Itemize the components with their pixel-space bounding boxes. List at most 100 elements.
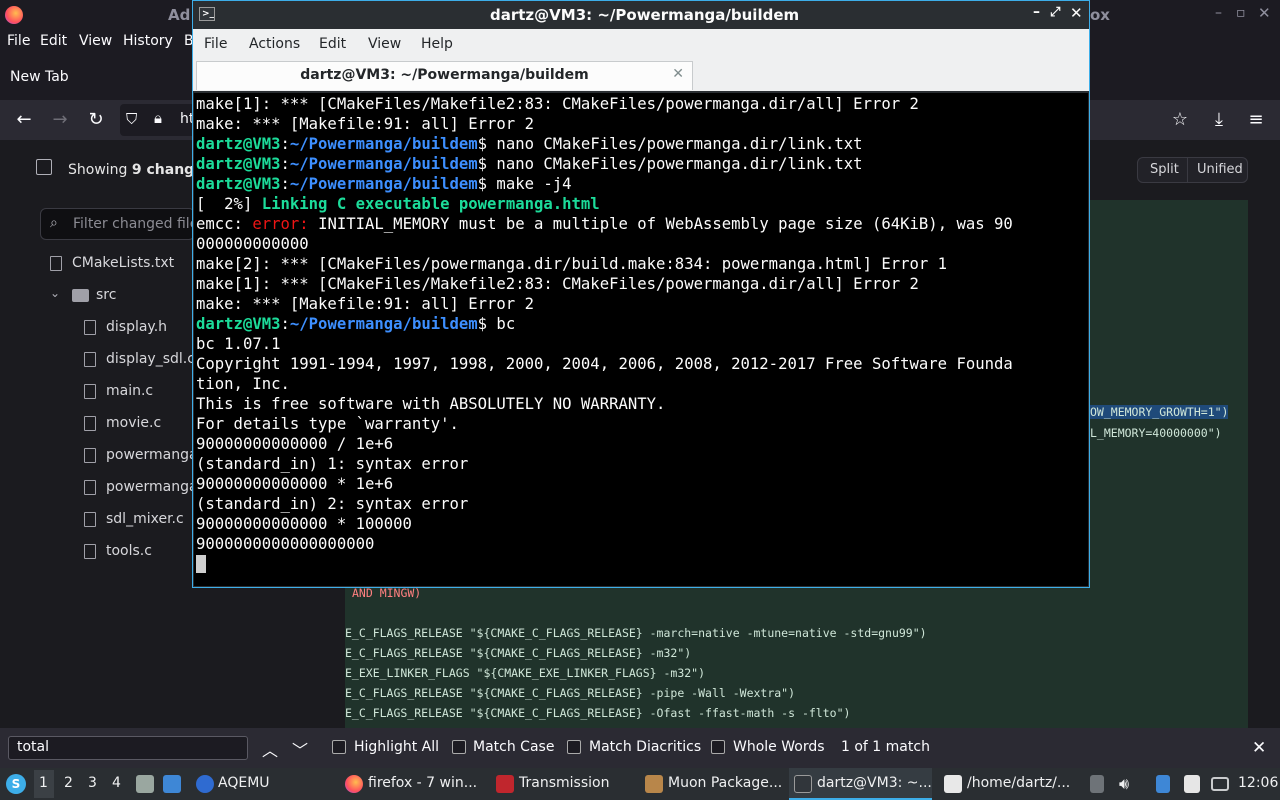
find-previous-button[interactable]: ︿ (262, 737, 278, 761)
display-icon[interactable] (1211, 777, 1229, 791)
terminal-tab-close-icon[interactable]: ✕ (672, 66, 684, 82)
prompt-path: ~/Powermanga/buildem (289, 175, 478, 193)
terminal-line: make: *** [Makefile:91: all] Error 2 (196, 294, 534, 314)
sidebar-toggle-icon[interactable] (36, 159, 52, 175)
output-text: bc 1.07.1 (196, 335, 281, 353)
terminal-menu-file[interactable]: File (204, 36, 227, 52)
firefox-icon (345, 775, 363, 793)
terminal-tab[interactable]: dartz@VM3: ~/Powermanga/buildem ✕ (196, 61, 693, 90)
whole-words-checkbox[interactable] (711, 740, 725, 754)
shield-icon: ⛉ (126, 110, 138, 128)
search-icon: ⌕ (50, 215, 58, 231)
hamburger-menu-icon[interactable]: ≡ (1244, 108, 1268, 132)
menu-history[interactable]: History (123, 33, 173, 49)
file-manager-icon[interactable] (136, 775, 154, 793)
file-item[interactable]: sdl_mixer.c (0, 504, 200, 536)
file-name: main.c (106, 383, 154, 399)
prompt-path: ~/Powermanga/buildem (289, 155, 478, 173)
app-launcher-icon[interactable]: S (6, 774, 26, 794)
firefox-minimize-button[interactable]: – (1215, 5, 1222, 21)
taskbar-editor[interactable]: /home/dartz/... (967, 768, 1070, 800)
terminal-tab-title: dartz@VM3: ~/Powermanga/buildem (300, 67, 589, 83)
file-item[interactable]: CMakeLists.txt (0, 248, 200, 280)
file-item[interactable]: display_sdl.c (0, 344, 200, 376)
terminal-line: [ 2%] Linking C executable powermanga.ht… (196, 194, 600, 214)
error-source: emcc: (196, 215, 253, 233)
reload-icon[interactable]: ↻ (84, 108, 108, 132)
file-name: display_sdl.c (106, 351, 195, 367)
taskbar-transmission[interactable]: Transmission (519, 768, 609, 800)
taskbar-terminal[interactable]: dartz@VM3: ~... (817, 768, 932, 800)
highlight-all-checkbox[interactable] (332, 740, 346, 754)
file-icon (84, 384, 96, 399)
terminal-line: dartz@VM3:~/Powermanga/buildem$ nano CMa… (196, 154, 863, 174)
back-arrow-icon[interactable]: ← (12, 108, 36, 132)
code-line: L_MEMORY=40000000") (1090, 426, 1222, 440)
terminal-line: (standard_in) 1: syntax error (196, 454, 468, 474)
menu-view[interactable]: View (79, 33, 112, 49)
taskbar-firefox[interactable]: firefox - 7 win... (368, 768, 477, 800)
terminal-line: 90000000000000 * 1e+6 (196, 474, 393, 494)
terminal-close-button[interactable]: ✕ (1070, 4, 1083, 22)
taskbar-muon[interactable]: Muon Package... (668, 768, 782, 800)
firefox-restore-button[interactable]: ▫ (1236, 5, 1246, 21)
clipboard-icon[interactable] (1184, 775, 1200, 793)
terminal-menu-help[interactable]: Help (421, 36, 453, 52)
terminal-line: 90000000000000 / 1e+6 (196, 434, 393, 454)
view-toggle: Split Unified (1137, 157, 1248, 183)
lock-icon: 🔒︎ (154, 109, 162, 127)
split-button[interactable]: Split (1150, 162, 1179, 177)
tray-network-icon[interactable] (1156, 775, 1170, 793)
download-icon[interactable]: ⤓ (1207, 108, 1231, 132)
desktop-3[interactable]: 3 (88, 775, 97, 791)
folder-item[interactable]: ⌄ src (0, 280, 200, 312)
whole-words-label[interactable]: Whole Words (733, 739, 825, 755)
menu-edit[interactable]: Edit (40, 33, 67, 49)
desktop-4[interactable]: 4 (112, 775, 121, 791)
output-text: 000000000000 (196, 235, 309, 253)
terminal-line: emcc: error: INITIAL_MEMORY must be a mu… (196, 214, 1013, 234)
find-input[interactable]: total (8, 736, 248, 760)
close-findbar-icon[interactable]: ✕ (1252, 738, 1266, 758)
file-item[interactable]: powermanga.h (0, 472, 200, 504)
unified-button[interactable]: Unified (1197, 162, 1243, 177)
terminal-titlebar: >_ dartz@VM3: ~/Powermanga/buildem – ⤢ ✕ (193, 1, 1089, 29)
match-case-checkbox[interactable] (452, 740, 466, 754)
file-item[interactable]: display.h (0, 312, 200, 344)
show-desktop-icon[interactable] (163, 775, 181, 793)
desktop-1[interactable]: 1 (39, 775, 48, 791)
menu-file[interactable]: File (7, 33, 30, 49)
file-item[interactable]: movie.c (0, 408, 200, 440)
volume-icon[interactable]: 🔊︎ (1119, 774, 1129, 794)
chevron-down-icon[interactable]: ⌄ (50, 286, 60, 300)
match-case-label[interactable]: Match Case (473, 739, 554, 755)
desktop-2[interactable]: 2 (64, 775, 73, 791)
error-message: INITIAL_MEMORY must be a multiple of Web… (308, 215, 1013, 233)
terminal-line: dartz@VM3:~/Powermanga/buildem$ nano CMa… (196, 134, 863, 154)
find-next-button[interactable]: ﹀ (292, 737, 308, 761)
file-item[interactable]: main.c (0, 376, 200, 408)
terminal-menu-edit[interactable]: Edit (319, 36, 346, 52)
highlight-all-label[interactable]: Highlight All (354, 739, 439, 755)
file-name: display.h (106, 319, 168, 335)
terminal-menu-actions[interactable]: Actions (249, 36, 300, 52)
terminal-menu-view[interactable]: View (368, 36, 401, 52)
taskbar-aqemu[interactable]: AQEMU (218, 768, 270, 800)
filter-placeholder: Filter changed files (73, 216, 206, 232)
match-diacritics-checkbox[interactable] (567, 740, 581, 754)
tray-notes-icon[interactable] (1090, 775, 1104, 793)
output-text: This is free software with ABSOLUTELY NO… (196, 395, 666, 413)
firefox-close-button[interactable]: ✕ (1258, 4, 1271, 22)
filter-changed-files-input[interactable]: ⌕ Filter changed files (40, 208, 206, 240)
terminal-cursor (196, 555, 206, 573)
terminal-maximize-button[interactable]: ⤢ (1050, 5, 1060, 20)
forward-arrow-icon[interactable]: → (48, 108, 72, 132)
tab-new-tab[interactable]: New Tab (0, 62, 190, 92)
bookmark-star-icon[interactable]: ☆ (1168, 108, 1192, 132)
match-diacritics-label[interactable]: Match Diacritics (589, 739, 701, 755)
file-item[interactable]: powermanga.c (0, 440, 200, 472)
package-icon (645, 775, 663, 793)
file-item[interactable]: tools.c (0, 536, 200, 568)
file-icon (84, 480, 96, 495)
terminal-minimize-button[interactable]: – (1033, 4, 1040, 20)
